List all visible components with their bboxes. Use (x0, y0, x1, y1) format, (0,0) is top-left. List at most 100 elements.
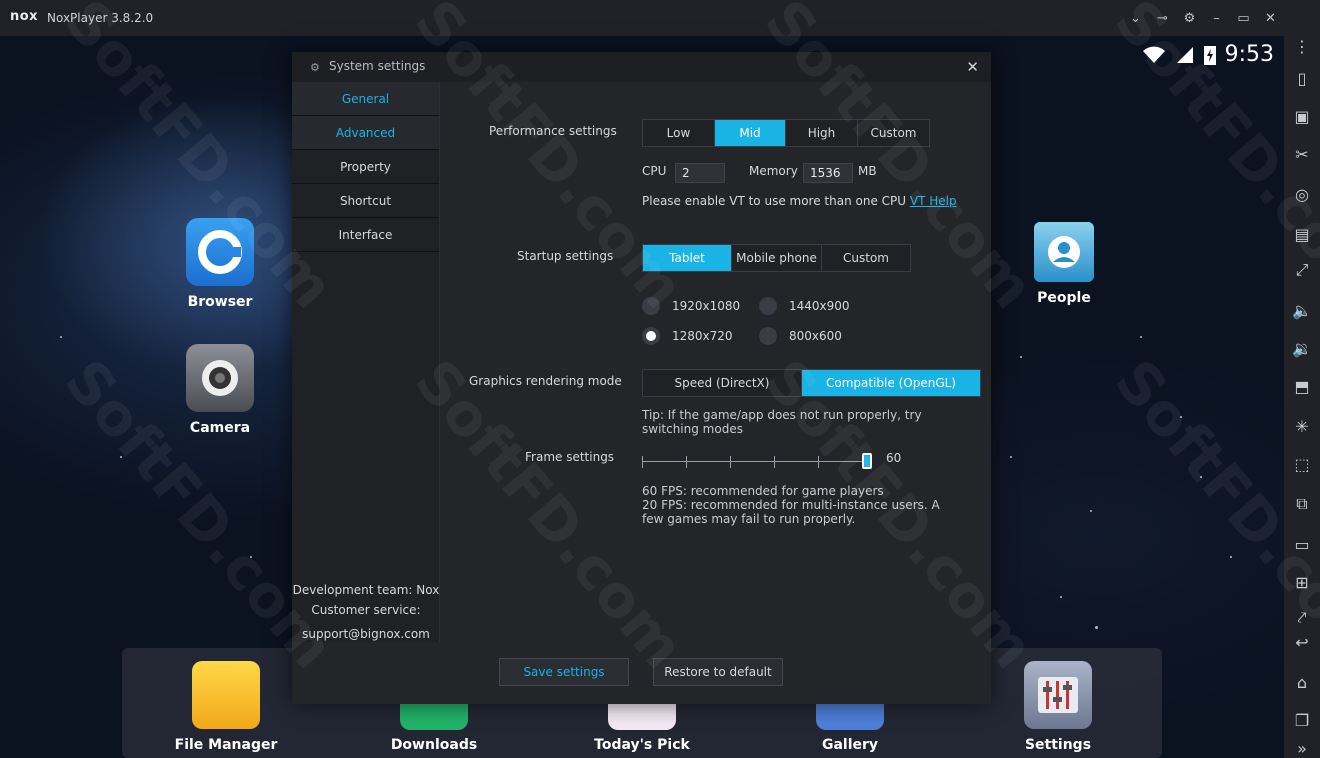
file-manager-label[interactable]: File Manager (171, 737, 281, 753)
volume-up-icon[interactable]: 🔈 (1284, 296, 1320, 324)
browser-app[interactable]: Browser (170, 218, 270, 310)
perf-custom-button[interactable]: Custom (858, 120, 929, 146)
title-bar: nox NoxPlayer 3.8.2.0 ⌄ ⊸ ⚙ – ▭ ✕ (0, 0, 1284, 36)
expand-icon[interactable]: » (1284, 734, 1320, 758)
startup-custom-button[interactable]: Custom (822, 245, 910, 271)
maximize-icon[interactable]: ▭ (1230, 0, 1257, 36)
volume-down-icon[interactable]: 🔉 (1284, 334, 1320, 362)
camera-label: Camera (189, 420, 251, 436)
fps-value: 60 (886, 451, 902, 465)
camera-app[interactable]: Camera (170, 344, 270, 436)
perf-high-button[interactable]: High (786, 120, 858, 146)
tab-interface[interactable]: Interface (292, 218, 439, 252)
settings-nav: General Advanced Property Shortcut Inter… (292, 82, 440, 642)
file-manager-icon[interactable] (192, 661, 260, 729)
system-settings-dialog: ⚙ System settings ✕ General Advanced Pro… (292, 52, 991, 704)
downloads-label[interactable]: Downloads (379, 737, 489, 753)
frame-settings-label: Frame settings (525, 450, 615, 464)
people-label: People (1037, 290, 1091, 306)
browser-icon (186, 218, 254, 286)
perf-mid-button[interactable]: Mid (715, 120, 786, 146)
graphics-mode-label: Graphics rendering mode (469, 374, 622, 388)
screenshot-icon[interactable]: ▭ (1284, 530, 1320, 558)
todays-pick-label[interactable]: Today's Pick (587, 737, 697, 753)
slider-thumb[interactable] (862, 453, 872, 469)
gallery-icon[interactable] (816, 700, 884, 730)
dialog-header: ⚙ System settings ✕ (292, 52, 991, 82)
signal-icon (1176, 46, 1193, 63)
camera-icon (186, 344, 254, 412)
performance-settings-label: Performance settings (489, 124, 617, 138)
startup-options: Tablet Mobile phone Custom (642, 244, 911, 272)
slider-tick (642, 456, 643, 468)
cpu-label: CPU (642, 164, 667, 178)
fps-note-20: 20 FPS: recommended for multi-instance u… (642, 498, 940, 526)
fps-note-60: 60 FPS: recommended for game players (642, 484, 884, 498)
graphics-directx-button[interactable]: Speed (DirectX) (643, 370, 802, 396)
tab-general[interactable]: General (292, 82, 439, 116)
memory-unit: MB (858, 164, 877, 178)
vt-help-link[interactable]: VT Help (910, 194, 957, 208)
resolution-1280x720[interactable]: 1280x720 (642, 327, 733, 345)
home-icon[interactable]: ⌂ (1284, 668, 1320, 696)
status-bar: 9:53 (1141, 42, 1274, 67)
tab-property[interactable]: Property (292, 150, 439, 184)
resolution-label: 800x600 (789, 329, 842, 343)
slider-tick (774, 456, 775, 468)
window-title: NoxPlayer 3.8.2.0 (47, 11, 154, 25)
fullscreen-icon[interactable]: ⤢ (1284, 256, 1320, 284)
apk-icon[interactable]: ⬒ (1284, 372, 1320, 400)
people-app[interactable]: People (1014, 222, 1114, 306)
recent-icon[interactable]: ❐ (1284, 706, 1320, 734)
location-icon[interactable]: ◎ (1284, 180, 1320, 208)
browser-label: Browser (187, 294, 253, 310)
gear-icon[interactable]: ⚙ (1176, 0, 1203, 36)
shake-icon[interactable]: ▯ (1284, 64, 1320, 92)
cut-icon[interactable]: ✂ (1284, 140, 1320, 168)
resolution-label: 1440x900 (789, 299, 850, 313)
gallery-label[interactable]: Gallery (795, 737, 905, 753)
more-icon[interactable]: ⋮ (1284, 32, 1320, 60)
startup-tablet-button[interactable]: Tablet (643, 245, 732, 271)
video-icon[interactable]: ▣ (1284, 102, 1320, 130)
fps-slider[interactable] (642, 453, 872, 469)
close-icon[interactable]: ✕ (1257, 0, 1284, 36)
settings-app-icon[interactable] (1024, 661, 1092, 729)
control-icon[interactable]: ⊞ (1284, 568, 1320, 596)
resolution-1920x1080[interactable]: 1920x1080 (642, 297, 740, 315)
cpu-field[interactable]: 2 (675, 163, 725, 183)
loading-icon[interactable]: ✳ (1284, 412, 1320, 440)
keyboard-icon[interactable]: ▤ (1284, 220, 1320, 248)
graphics-options: Speed (DirectX) Compatible (OpenGL) (642, 369, 981, 397)
multi-icon[interactable]: ⧉ (1284, 490, 1320, 518)
restore-default-button[interactable]: Restore to default (653, 658, 783, 686)
fps-notes: 60 FPS: recommended for game players 20 … (642, 484, 952, 526)
radio-indicator (642, 297, 660, 315)
startup-settings-label: Startup settings (517, 249, 614, 263)
resolution-1440x900[interactable]: 1440x900 (759, 297, 850, 315)
dev-team-text: Development team: Nox (292, 583, 440, 597)
close-icon[interactable]: ✕ (966, 58, 979, 76)
vt-note: Please enable VT to use more than one CP… (642, 194, 957, 208)
tab-shortcut[interactable]: Shortcut (292, 184, 439, 218)
memory-field[interactable]: 1536 (803, 163, 853, 183)
graphics-tip: Tip: If the game/app does not run proper… (642, 408, 922, 436)
pin-icon[interactable]: ⊸ (1149, 0, 1176, 36)
perf-low-button[interactable]: Low (643, 120, 715, 146)
minimize-icon[interactable]: – (1203, 0, 1230, 36)
tab-advanced[interactable]: Advanced (292, 116, 439, 150)
vt-note-text: Please enable VT to use more than one CP… (642, 194, 907, 208)
nav-footer: Development team: Nox Customer service: … (292, 580, 440, 644)
chevron-down-icon[interactable]: ⌄ (1122, 0, 1149, 36)
downloads-icon[interactable] (400, 700, 468, 730)
save-settings-button[interactable]: Save settings (499, 658, 629, 686)
graphics-opengl-button[interactable]: Compatible (OpenGL) (802, 370, 980, 396)
macro-icon[interactable]: ⬚ (1284, 450, 1320, 478)
slider-track (642, 461, 868, 462)
settings-app-label[interactable]: Settings (1003, 737, 1113, 753)
back-icon[interactable]: ↩ (1284, 628, 1320, 656)
startup-mobile-button[interactable]: Mobile phone (732, 245, 822, 271)
resolution-800x600[interactable]: 800x600 (759, 327, 842, 345)
radio-indicator (759, 327, 777, 345)
todays-pick-icon[interactable] (608, 700, 676, 730)
